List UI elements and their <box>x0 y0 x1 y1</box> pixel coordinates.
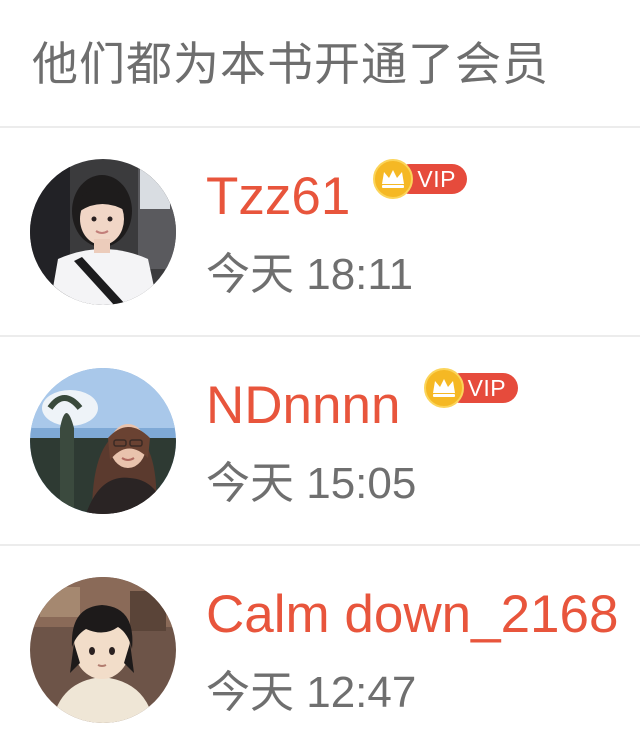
avatar-girl-outdoors-icon <box>30 368 176 514</box>
crown-icon <box>423 368 464 408</box>
list-item[interactable]: NDnnnn VIP 今天 15:05 <box>0 337 640 546</box>
member-name[interactable]: Tzz61 <box>206 162 350 232</box>
avatar[interactable] <box>30 159 176 305</box>
vip-badge: VIP <box>423 368 520 408</box>
name-line: Tzz61 VIP <box>206 159 469 232</box>
avatar[interactable] <box>30 577 176 723</box>
vip-badge: VIP <box>373 159 469 199</box>
avatar-anime-boy-icon <box>30 577 176 723</box>
avatar-girl-in-car-icon <box>30 159 176 305</box>
list-item[interactable]: Calm down_2168 今天 12:47 <box>0 546 640 755</box>
member-name[interactable]: Calm down_2168 <box>206 580 618 650</box>
member-list: Tzz61 VIP 今天 18:11 NDnnnn VIP 今天 15:05 C… <box>0 128 640 755</box>
member-name[interactable]: NDnnnn <box>206 371 400 441</box>
header: 他们都为本书开通了会员 <box>0 0 640 128</box>
join-time: 今天 12:47 <box>206 668 417 717</box>
avatar[interactable] <box>30 368 176 514</box>
join-time: 今天 18:11 <box>206 250 414 299</box>
join-time: 今天 15:05 <box>206 459 417 508</box>
list-item[interactable]: Tzz61 VIP 今天 18:11 <box>0 128 640 337</box>
name-line: Calm down_2168 <box>206 580 618 650</box>
crown-icon <box>373 159 414 199</box>
page-title: 他们都为本书开通了会员 <box>32 37 549 91</box>
name-line: NDnnnn VIP <box>206 368 520 441</box>
